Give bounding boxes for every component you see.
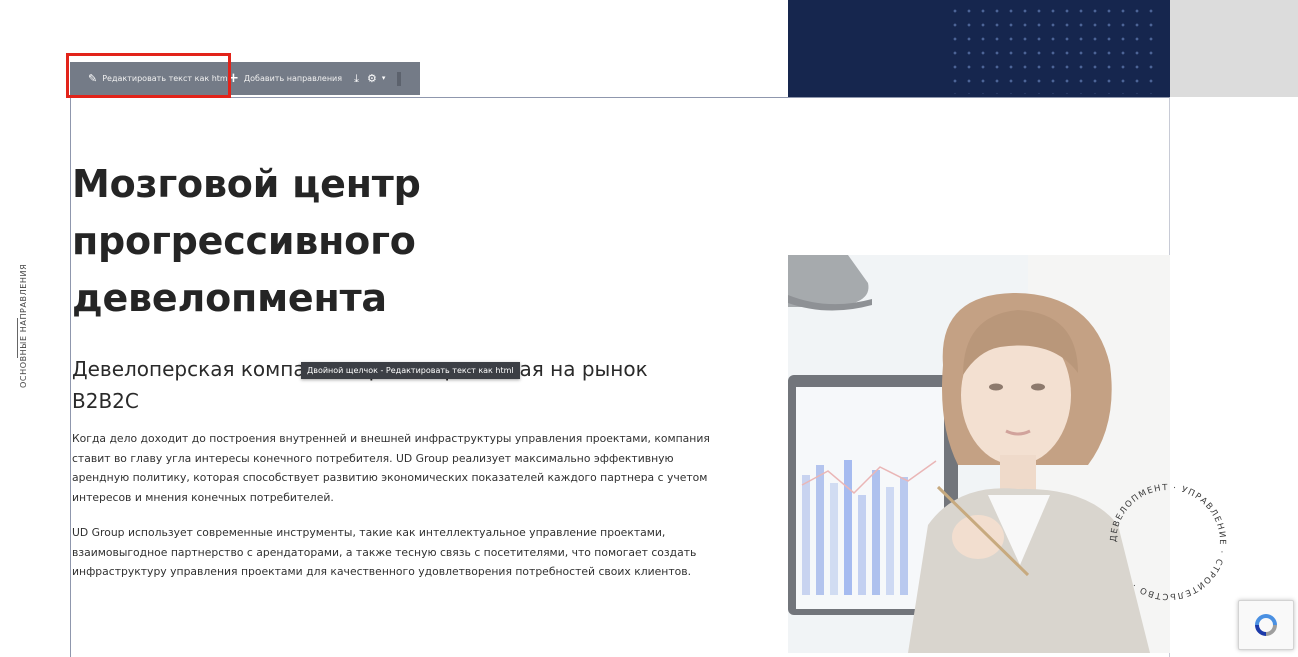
hero-paragraph-2[interactable]: UD Group использует современные инструме…: [72, 523, 712, 582]
side-navigation[interactable]: ОСНОВНЫЕ НАПРАВЛЕНИЯ: [0, 150, 36, 388]
decorative-grey-panel: [1170, 0, 1298, 97]
move-down-button[interactable]: ⤓: [350, 73, 363, 84]
caret-down-icon: ▾: [381, 74, 386, 82]
add-direction-label: Добавить направления: [243, 74, 343, 83]
toolbar-drag-handle[interactable]: [397, 71, 402, 86]
plus-icon: +: [228, 71, 239, 86]
hero-title-line-2: прогрессивного: [72, 219, 416, 263]
decorative-dot-grid: [948, 4, 1158, 94]
stamp-text: ДЕВЕЛОПМЕНТ · УПРАВЛЕНИЕ · СТРОИТЕЛЬСТВО…: [1109, 483, 1226, 601]
side-nav-label[interactable]: ОСНОВНЫЕ НАПРАВЛЕНИЯ: [19, 264, 28, 388]
hero-title[interactable]: Мозговой центр прогрессивного девелопмен…: [72, 156, 592, 327]
recaptcha-badge[interactable]: [1238, 600, 1294, 650]
settings-button[interactable]: ⚙ ▾: [363, 73, 389, 84]
hero-title-line-3: девелопмента: [72, 276, 387, 320]
recaptcha-icon: [1255, 614, 1277, 636]
hero-subtitle-line-2: B2B2C: [72, 389, 139, 413]
gear-icon: ⚙: [366, 72, 377, 85]
editor-toolbar: ✎ Редактировать текст как html + Добавит…: [70, 62, 420, 95]
circular-stamp-badge: ДЕВЕЛОПМЕНТ · УПРАВЛЕНИЕ · СТРОИТЕЛЬСТВО…: [1098, 472, 1238, 612]
edit-as-html-label: Редактировать текст как html: [102, 74, 230, 83]
pencil-icon: ✎: [88, 72, 98, 85]
hero-title-line-1: Мозговой центр: [72, 162, 421, 206]
circular-stamp-svg: ДЕВЕЛОПМЕНТ · УПРАВЛЕНИЕ · СТРОИТЕЛЬСТВО…: [1109, 483, 1227, 601]
edit-hint-tooltip: Двойной щелчок - Редактировать текст как…: [301, 362, 520, 379]
svg-text:ДЕВЕЛОПМЕНТ · УПРАВЛЕНИЕ · СТР: ДЕВЕЛОПМЕНТ · УПРАВЛЕНИЕ · СТРОИТЕЛЬСТВО…: [1109, 483, 1227, 601]
edit-as-html-button[interactable]: ✎ Редактировать текст как html: [70, 72, 230, 85]
add-direction-button[interactable]: + Добавить направления: [220, 72, 350, 85]
hero-paragraph-1[interactable]: Когда дело доходит до построения внутрен…: [72, 429, 712, 507]
side-nav-divider: [17, 318, 18, 358]
arrow-down-icon: ⤓: [354, 72, 359, 85]
decorative-navy-panel: [788, 0, 1170, 97]
